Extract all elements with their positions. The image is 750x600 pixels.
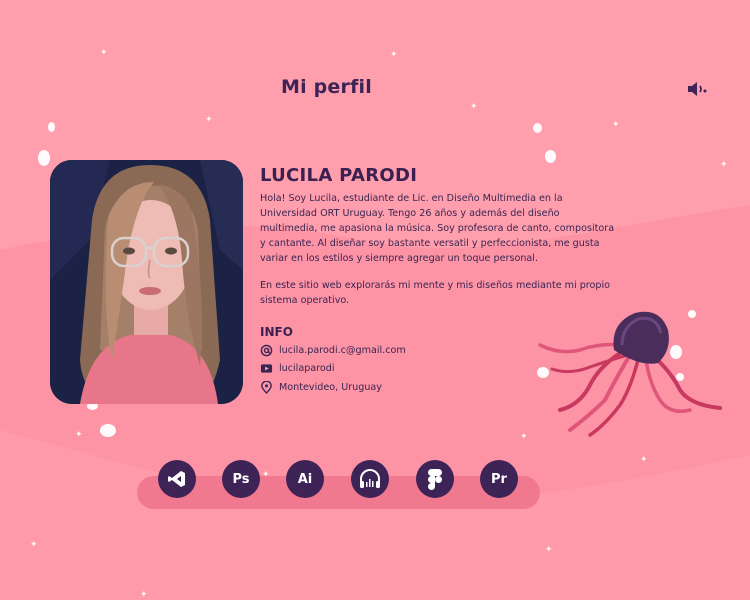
premiere-app[interactable]: Pr	[480, 460, 518, 498]
sparkle: ✦	[75, 430, 83, 440]
photoshop-icon: Ps	[232, 471, 250, 487]
bio-paragraph: Hola! Soy Lucila, estudiante de Lic. en …	[260, 193, 615, 264]
sparkle: ✦	[140, 590, 148, 600]
sparkle: ✦	[720, 160, 728, 170]
page-title: Mi perfil	[281, 76, 372, 98]
bio-paragraph: En este sitio web explorarás mi mente y …	[260, 280, 611, 306]
sound-toggle-button[interactable]	[686, 79, 710, 99]
info-heading: INFO	[260, 325, 293, 339]
bubble	[100, 424, 116, 437]
sparkle: ✦	[100, 48, 108, 58]
location-row: Montevideo, Uruguay	[260, 381, 382, 394]
email-text: lucila.parodi.c@gmail.com	[279, 345, 406, 356]
visual-studio-icon	[168, 471, 185, 487]
figma-app[interactable]	[416, 460, 454, 498]
sparkle: ✦	[390, 50, 398, 60]
location-text: Montevideo, Uruguay	[279, 382, 382, 393]
illustrator-app[interactable]: Ai	[286, 460, 324, 498]
profile-portrait	[50, 160, 243, 404]
visual-studio-app[interactable]	[158, 460, 196, 498]
sparkle: ✦	[470, 102, 478, 112]
sparkle: ✦	[520, 432, 528, 442]
sparkle: ✦	[545, 545, 553, 555]
speaker-muted-icon	[688, 82, 707, 96]
bubble	[545, 150, 556, 163]
profile-name: LUCILA PARODI	[260, 165, 418, 186]
sparkle: ✦	[612, 120, 620, 130]
bubble	[48, 122, 55, 132]
sparkle: ✦	[30, 540, 38, 550]
sparkle: ✦	[205, 115, 213, 125]
location-pin-icon	[261, 381, 272, 394]
illustrator-icon: Ai	[297, 471, 313, 487]
photoshop-app[interactable]: Ps	[222, 460, 260, 498]
jellyfish-illustration	[538, 311, 722, 437]
bubble	[38, 150, 50, 166]
audio-app[interactable]	[351, 460, 389, 498]
at-sign-icon	[260, 344, 273, 357]
premiere-icon: Pr	[491, 471, 507, 487]
youtube-row[interactable]: lucilaparodi	[260, 362, 335, 375]
figma-icon	[428, 469, 442, 490]
email-row[interactable]: lucila.parodi.c@gmail.com	[260, 344, 406, 357]
profile-bio: Hola! Soy Lucila, estudiante de Lic. en …	[260, 191, 615, 320]
bubble	[533, 123, 542, 133]
audio-headphones-icon	[360, 469, 380, 488]
youtube-icon	[260, 364, 273, 373]
sparkle: ✦	[640, 455, 648, 465]
youtube-handle: lucilaparodi	[279, 363, 335, 374]
